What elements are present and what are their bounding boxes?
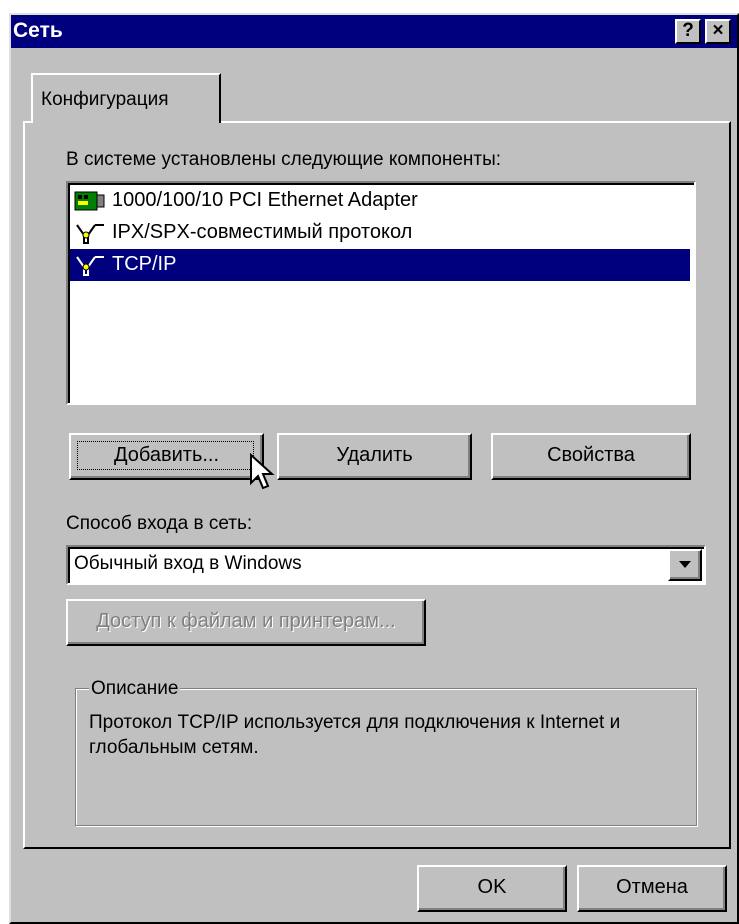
list-item-label: TCP/IP xyxy=(112,253,177,275)
title-bar[interactable]: Сеть ? × xyxy=(11,15,737,48)
description-legend: Описание xyxy=(89,678,181,700)
close-button[interactable]: × xyxy=(705,19,731,44)
ok-button-label: OK xyxy=(477,876,507,898)
ok-button[interactable]: OK xyxy=(417,865,567,912)
tab-configuration[interactable]: Конфигурация xyxy=(31,73,221,123)
protocol-icon xyxy=(76,224,104,244)
close-icon: × xyxy=(712,20,724,41)
components-list[interactable]: 1000/100/10 PCI Ethernet Adapter IPX/SPX… xyxy=(66,181,696,405)
window-title: Сеть xyxy=(13,19,63,42)
help-icon: ? xyxy=(682,20,694,41)
list-item-selected[interactable]: TCP/IP xyxy=(70,249,690,281)
remove-button[interactable]: Удалить xyxy=(277,433,472,480)
protocol-icon xyxy=(76,256,104,276)
logon-select[interactable]: Обычный вход в Windows xyxy=(66,545,706,585)
list-item-label: 1000/100/10 PCI Ethernet Adapter xyxy=(112,189,418,211)
network-adapter-icon xyxy=(74,191,105,211)
cancel-button[interactable]: Отмена xyxy=(577,865,727,912)
mouse-cursor-icon xyxy=(250,453,275,490)
cancel-button-label: Отмена xyxy=(616,876,688,898)
network-dialog: Сеть ? × Конфигурация В системе установл… xyxy=(9,13,739,924)
file-printer-sharing-label: Доступ к файлам и принтерам... xyxy=(96,610,396,632)
description-text: Протокол TCP/IP используется для подключ… xyxy=(89,712,621,758)
remove-button-label: Удалить xyxy=(336,444,413,466)
chevron-down-icon xyxy=(679,561,691,568)
list-item[interactable]: 1000/100/10 PCI Ethernet Adapter xyxy=(70,185,690,217)
help-button[interactable]: ? xyxy=(675,19,701,44)
dropdown-button[interactable] xyxy=(668,549,702,581)
list-item[interactable]: IPX/SPX-совместимый протокол xyxy=(70,217,690,249)
file-printer-sharing-button[interactable]: Доступ к файлам и принтерам... xyxy=(66,599,426,646)
list-item-label: IPX/SPX-совместимый протокол xyxy=(112,221,413,243)
properties-button[interactable]: Свойства xyxy=(491,433,691,480)
tab-configuration-label: Конфигурация xyxy=(41,89,169,110)
focus-rect xyxy=(77,441,254,470)
components-label: В системе установлены следующие компонен… xyxy=(66,149,502,170)
properties-button-label: Свойства xyxy=(547,444,635,466)
add-button[interactable]: Добавить... xyxy=(69,433,264,480)
logon-label: Способ входа в сеть: xyxy=(66,513,253,534)
logon-select-value: Обычный вход в Windows xyxy=(74,553,302,574)
